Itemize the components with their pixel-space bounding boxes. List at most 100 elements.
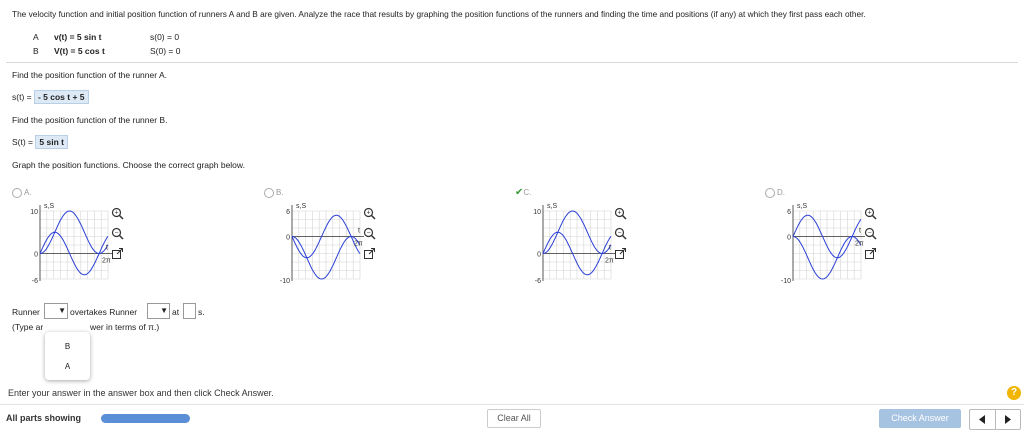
x-axis-label: t <box>358 228 360 235</box>
svg-text:−: − <box>366 230 370 237</box>
y-tick-zero: 0 <box>787 235 791 242</box>
option-header[interactable]: B. <box>264 187 284 198</box>
option-header[interactable]: D. <box>765 187 785 198</box>
y-tick-zero: 0 <box>34 252 38 259</box>
dropdown-option-a[interactable]: A <box>45 362 90 371</box>
svg-text:+: + <box>617 210 621 217</box>
y-axis-label: s,S <box>296 203 306 210</box>
part1-answer-row: s(t) = - 5 cos t + 5 <box>12 90 89 104</box>
zoom-out-icon[interactable]: − <box>111 227 124 240</box>
expand-icon[interactable] <box>614 247 627 260</box>
radio-button[interactable] <box>264 187 274 198</box>
runner-b-velocity: V(t) = 5 cos t <box>54 46 105 56</box>
clear-all-button[interactable]: Clear All <box>487 409 541 428</box>
expand-icon[interactable] <box>864 247 877 260</box>
part1-lhs: s(t) = <box>12 92 32 102</box>
runner-a-initial: s(0) = 0 <box>150 32 180 42</box>
zoom-in-icon[interactable]: + <box>614 207 627 220</box>
runner-dropdown-2[interactable]: ▼ <box>147 303 170 319</box>
y-tick-top: 10 <box>533 209 541 216</box>
option-label: C. <box>523 188 532 197</box>
nav-buttons <box>969 409 1021 430</box>
position-graph: 10 0 -6 s,S t 2π <box>30 203 112 285</box>
zoom-out-icon[interactable]: − <box>363 227 376 240</box>
position-graph: 10 0 -6 s,S t 2π <box>533 203 615 285</box>
progress-fill <box>101 414 190 423</box>
zoom-in-icon[interactable]: + <box>864 207 877 220</box>
triangle-right-icon <box>1005 415 1011 424</box>
x-axis-label: t <box>106 245 108 252</box>
runner-a-label: A <box>33 32 39 42</box>
runner-b-initial: S(0) = 0 <box>150 46 181 56</box>
svg-text:+: + <box>114 210 118 217</box>
runner-b-label: B <box>33 46 39 56</box>
part2-lhs: S(t) = <box>12 137 34 147</box>
option-label: D. <box>777 188 785 197</box>
next-button[interactable] <box>995 410 1020 429</box>
graph-option-2[interactable]: B. 6 0 -10 s,S t 2π + − <box>260 185 510 285</box>
svg-text:+: + <box>867 210 871 217</box>
zoom-in-icon[interactable]: + <box>363 207 376 220</box>
units-label: s. <box>198 307 205 317</box>
check-answer-button[interactable]: Check Answer <box>879 409 961 428</box>
y-tick-zero: 0 <box>286 235 290 242</box>
position-graph: 6 0 -10 s,S t 2π <box>781 203 865 285</box>
help-icon[interactable]: ? <box>1007 386 1021 400</box>
question-prompt: The velocity function and initial positi… <box>12 9 866 19</box>
divider <box>6 62 1018 63</box>
triangle-left-icon <box>979 415 985 424</box>
x-tick: 2π <box>102 258 111 265</box>
y-tick-top: 6 <box>787 209 791 216</box>
hint-suffix: wer in terms of π.) <box>90 322 160 332</box>
part1-answer[interactable]: - 5 cos t + 5 <box>33 90 89 104</box>
prev-button[interactable] <box>970 410 996 429</box>
svg-text:+: + <box>366 210 370 217</box>
chevron-down-icon: ▼ <box>160 306 168 315</box>
progress-bar <box>101 414 190 423</box>
zoom-out-icon[interactable]: − <box>614 227 627 240</box>
radio-button[interactable] <box>12 187 22 198</box>
y-tick-top: 10 <box>30 209 38 216</box>
dropdown-option-b[interactable]: B <box>45 342 90 351</box>
hint-prefix: (Type ar <box>12 322 44 332</box>
runner-label: Runner <box>12 307 40 317</box>
x-tick: 2π <box>855 241 864 248</box>
at-label: at <box>172 307 180 317</box>
x-axis-label: t <box>859 228 861 235</box>
x-tick: 2π <box>605 258 614 265</box>
y-tick-top: 6 <box>286 209 290 216</box>
overtakes-label: overtakes Runner <box>70 307 138 317</box>
graph-option-4[interactable]: D. 6 0 -10 s,S t 2π + − <box>761 185 1011 285</box>
footer-divider <box>0 404 1024 405</box>
footer-instruction: Enter your answer in the answer box and … <box>8 388 274 398</box>
time-answer-input[interactable] <box>183 303 196 319</box>
y-tick-bottom: -10 <box>280 278 290 285</box>
option-label: B. <box>276 188 284 197</box>
y-tick-bottom: -6 <box>535 278 541 285</box>
svg-text:−: − <box>867 230 871 237</box>
part2-answer[interactable]: 5 sin t <box>35 135 68 149</box>
expand-icon[interactable] <box>363 247 376 260</box>
runner-dropdown-1[interactable]: ▼ <box>44 303 68 319</box>
runner-a-velocity: v(t) = 5 sin t <box>54 32 102 42</box>
dropdown-menu: B A <box>45 332 90 380</box>
part3-prompt: Graph the position functions. Choose the… <box>12 160 245 170</box>
position-graph: 6 0 -10 s,S t 2π <box>280 203 364 285</box>
option-header[interactable]: A. <box>12 187 32 198</box>
y-tick-bottom: -10 <box>781 278 791 285</box>
option-header[interactable]: ✔C. <box>515 187 531 198</box>
part2-answer-row: S(t) = 5 sin t <box>12 135 68 149</box>
radio-button[interactable] <box>765 187 775 198</box>
svg-text:−: − <box>617 230 621 237</box>
y-tick-zero: 0 <box>537 252 541 259</box>
y-axis-label: s,S <box>44 203 54 210</box>
zoom-in-icon[interactable]: + <box>111 207 124 220</box>
part1-prompt: Find the position function of the runner… <box>12 70 167 80</box>
zoom-out-icon[interactable]: − <box>864 227 877 240</box>
graph-option-3[interactable]: ✔C. 10 0 -6 s,S t 2π + − <box>511 185 761 285</box>
y-axis-label: s,S <box>547 203 557 210</box>
graph-option-1[interactable]: A. 10 0 -6 s,S t 2π + − <box>8 185 258 285</box>
svg-text:−: − <box>114 230 118 237</box>
expand-icon[interactable] <box>111 247 124 260</box>
all-parts-label: All parts showing <box>6 413 82 423</box>
